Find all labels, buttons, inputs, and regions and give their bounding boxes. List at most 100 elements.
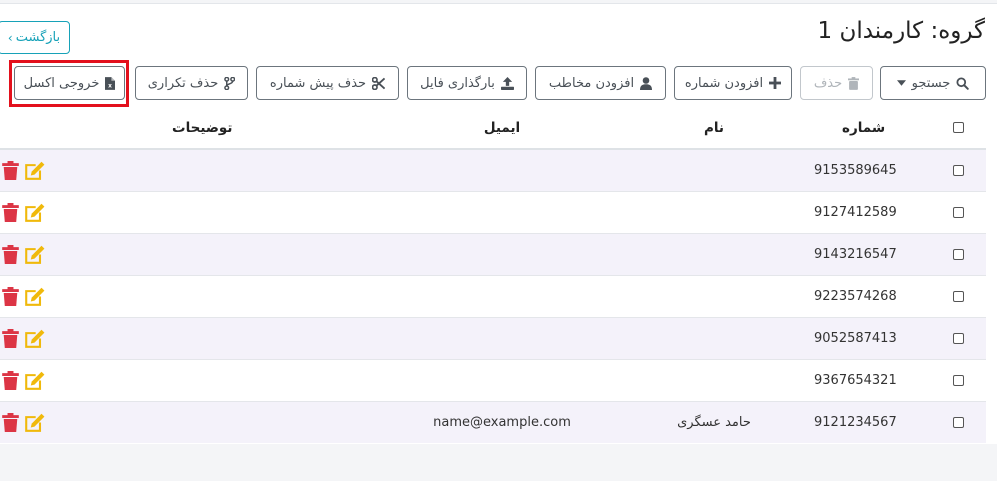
merge-icon — [224, 76, 236, 90]
trash-icon[interactable] — [2, 244, 19, 264]
trash-icon[interactable] — [2, 160, 19, 180]
column-header-actions — [0, 107, 56, 150]
delete-button[interactable]: حذف — [800, 66, 873, 100]
actions-cell — [0, 400, 56, 443]
description-cell — [56, 232, 390, 275]
column-header-description[interactable]: توضیحات — [56, 107, 390, 150]
email-cell — [390, 148, 614, 191]
description-cell — [56, 148, 390, 191]
search-button[interactable]: جستجو — [880, 66, 986, 100]
table-row: 9367654321 — [0, 358, 986, 401]
back-button[interactable]: بازگشت › — [0, 21, 70, 54]
email-cell — [390, 358, 614, 401]
description-cell — [56, 358, 390, 401]
add-number-button[interactable]: افزودن شماره — [674, 66, 792, 100]
search-icon — [956, 76, 970, 90]
select-all-checkbox[interactable] — [952, 122, 964, 133]
actions-cell — [0, 274, 56, 317]
row-check-cell — [930, 316, 986, 359]
name-cell — [614, 316, 814, 359]
row-checkbox[interactable] — [952, 248, 964, 260]
table-row: 9052587413 — [0, 316, 986, 359]
add-contact-button-label: افزودن مخاطب — [548, 75, 635, 91]
svg-text:x: x — [108, 83, 112, 89]
column-header-phone[interactable]: شماره — [814, 107, 930, 150]
row-checkbox[interactable] — [952, 164, 964, 176]
search-button-label: جستجو — [911, 75, 951, 91]
description-cell — [56, 274, 390, 317]
trash-icon — [848, 76, 860, 90]
row-checkbox[interactable] — [952, 332, 964, 344]
chevron-right-icon: › — [7, 30, 13, 45]
remove-prefix-button[interactable]: حذف پیش شماره — [256, 66, 399, 100]
column-header-name[interactable]: نام — [614, 107, 814, 150]
trash-icon[interactable] — [2, 328, 19, 348]
description-cell — [56, 400, 390, 443]
table-row: 9223574268 — [0, 274, 986, 317]
back-button-label: بازگشت — [15, 30, 61, 45]
select-all-cell — [930, 107, 986, 150]
row-check-cell — [930, 274, 986, 317]
email-cell — [390, 274, 614, 317]
actions-cell — [0, 190, 56, 233]
table-row: 9153589645 — [0, 148, 986, 191]
name-cell — [614, 148, 814, 191]
trash-icon[interactable] — [2, 412, 19, 432]
trash-icon[interactable] — [2, 286, 19, 306]
name-cell — [614, 190, 814, 233]
edit-icon[interactable] — [24, 413, 45, 432]
remove-duplicates-button[interactable]: حذف تکراری — [135, 66, 248, 100]
upload-file-button[interactable]: بارگذاری فایل — [407, 66, 527, 100]
name-cell — [614, 274, 814, 317]
edit-icon[interactable] — [24, 329, 45, 348]
export-excel-button-label: خروجی اکسل — [23, 75, 100, 91]
name-cell — [614, 232, 814, 275]
edit-icon[interactable] — [24, 371, 45, 390]
column-header-email[interactable]: ایمیل — [390, 107, 614, 150]
row-check-cell — [930, 148, 986, 191]
edit-icon[interactable] — [24, 203, 45, 222]
remove-duplicates-button-label: حذف تکراری — [147, 75, 219, 91]
phone-cell: 9367654321 — [814, 358, 930, 401]
edit-icon[interactable] — [24, 161, 45, 180]
row-checkbox[interactable] — [952, 374, 964, 386]
phone-cell: 9143216547 — [814, 232, 930, 275]
plus-icon — [769, 77, 782, 89]
row-check-cell — [930, 400, 986, 443]
email-cell — [390, 232, 614, 275]
table-row: 9143216547 — [0, 232, 986, 275]
export-excel-button[interactable]: x خروجی اکسل — [14, 66, 125, 100]
phone-cell: 9127412589 — [814, 190, 930, 233]
upload-icon — [500, 76, 514, 90]
row-check-cell — [930, 358, 986, 401]
table-row: 9127412589 — [0, 190, 986, 233]
actions-cell — [0, 358, 56, 401]
caret-down-icon — [896, 80, 906, 86]
edit-icon[interactable] — [24, 287, 45, 306]
upload-file-button-label: بارگذاری فایل — [420, 75, 495, 91]
trash-icon[interactable] — [2, 202, 19, 222]
phone-cell: 9121234567 — [814, 400, 930, 443]
phone-cell: 9223574268 — [814, 274, 930, 317]
table-row: 9121234567 حامد عسگری name@example.com — [0, 400, 986, 443]
email-cell: name@example.com — [390, 400, 614, 443]
edit-icon[interactable] — [24, 245, 45, 264]
row-checkbox[interactable] — [952, 206, 964, 218]
row-checkbox[interactable] — [952, 290, 964, 302]
name-cell — [614, 358, 814, 401]
actions-cell — [0, 148, 56, 191]
content-panel: گروه: کارمندان 1 بازگشت › جستجو حذف افزو… — [0, 3, 997, 444]
table-header: شماره نام ایمیل توضیحات — [0, 107, 986, 150]
add-contact-button[interactable]: افزودن مخاطب — [535, 66, 666, 100]
phone-cell: 9052587413 — [814, 316, 930, 359]
scissors-icon — [372, 76, 386, 90]
trash-icon[interactable] — [2, 370, 19, 390]
email-cell — [390, 190, 614, 233]
remove-prefix-button-label: حذف پیش شماره — [269, 75, 367, 91]
row-checkbox[interactable] — [952, 416, 964, 428]
contacts-table: شماره نام ایمیل توضیحات 9153589645 91274… — [0, 107, 986, 443]
description-cell — [56, 190, 390, 233]
row-check-cell — [930, 232, 986, 275]
excel-file-icon: x — [105, 76, 116, 90]
actions-cell — [0, 232, 56, 275]
